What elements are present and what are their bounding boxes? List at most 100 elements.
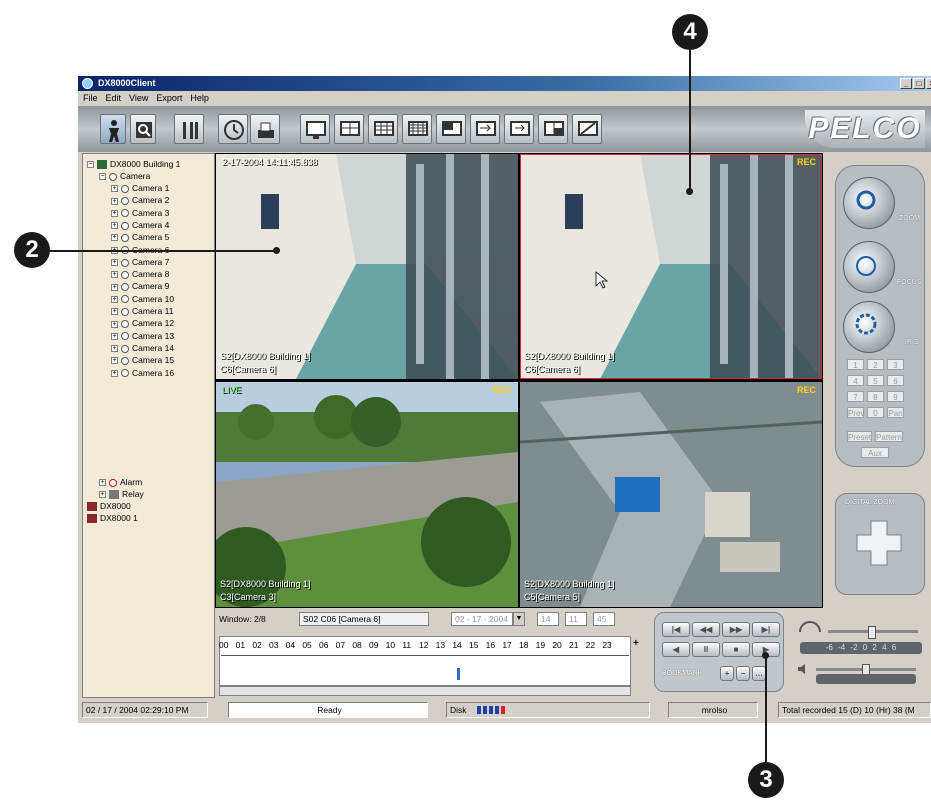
go-to-start-button[interactable]: |◀ — [662, 622, 690, 637]
expand-icon[interactable]: + — [111, 295, 118, 303]
menu-view[interactable]: View — [129, 93, 148, 103]
date-field[interactable]: 02 - 17 - 2004 — [451, 612, 513, 626]
menu-edit[interactable]: Edit — [106, 93, 122, 103]
tree-camera-item[interactable]: + Camera 10 — [111, 293, 174, 305]
keypad-key[interactable]: 4 — [847, 375, 864, 386]
expand-icon[interactable]: + — [111, 271, 118, 279]
reverse-play-button[interactable]: ◀ — [662, 642, 690, 657]
tree-relay[interactable]: + Relay — [99, 488, 144, 500]
expand-icon[interactable]: + — [111, 197, 118, 205]
expand-icon[interactable]: + — [111, 222, 118, 230]
zoom-control[interactable] — [843, 177, 895, 229]
fast-forward-button[interactable]: ▶▶ — [722, 622, 750, 637]
bookmark-add-button[interactable]: + — [720, 666, 734, 681]
timeline-cursor[interactable] — [457, 668, 460, 680]
expand-icon[interactable]: + — [111, 283, 118, 291]
search-mode-button[interactable] — [130, 114, 156, 144]
keypad-key[interactable]: 6 — [887, 375, 904, 386]
digital-zoom-dpad[interactable] — [851, 515, 907, 571]
preset-button[interactable]: Preset — [847, 431, 872, 442]
expand-icon[interactable]: + — [111, 308, 118, 316]
expand-icon[interactable]: + — [111, 345, 118, 353]
tree-server-1[interactable]: DX8000 — [87, 500, 131, 512]
layout-custom-button[interactable] — [436, 114, 466, 144]
layout-3x3-button[interactable] — [368, 114, 398, 144]
video-tile-2[interactable]: REC S2[DX8000 Building 1] C6[Camera 6] — [520, 154, 822, 379]
keypad-key[interactable]: 8 — [867, 391, 884, 402]
hour-field[interactable]: 14 — [537, 612, 559, 626]
tree-camera-item[interactable]: + Camera 13 — [111, 330, 174, 342]
tree-alarm[interactable]: + Alarm — [99, 476, 142, 488]
iris-control[interactable] — [843, 301, 895, 353]
timeline-scrollbar[interactable] — [219, 686, 631, 696]
minute-field[interactable]: 11 — [565, 612, 587, 626]
rewind-button[interactable]: ◀◀ — [692, 622, 720, 637]
print-button[interactable] — [250, 114, 280, 144]
tree-server-2[interactable]: DX8000 1 — [87, 512, 138, 524]
sequence-button[interactable] — [470, 114, 500, 144]
spot-monitor-button[interactable] — [538, 114, 568, 144]
expand-icon[interactable]: + — [111, 234, 118, 242]
timeline-zoom-plus-icon[interactable]: + — [633, 638, 639, 649]
bookmark-list-button[interactable]: … — [752, 666, 766, 681]
bookmark-remove-button[interactable]: − — [736, 666, 750, 681]
tree-root[interactable]: − DX8000 Building 1 — [87, 158, 180, 170]
video-tile-4[interactable]: REC S2[DX8000 Building 1] C5[Camera 5] — [520, 382, 822, 607]
maximize-button[interactable]: □ — [913, 78, 925, 89]
layout-1x1-button[interactable] — [300, 114, 330, 144]
tree-camera-item[interactable]: + Camera 9 — [111, 280, 169, 292]
minimize-button[interactable]: _ — [900, 78, 912, 89]
tree-camera-item[interactable]: + Camera 15 — [111, 354, 174, 366]
speed-slider-thumb[interactable] — [868, 626, 876, 639]
tree-camera-item[interactable]: + Camera 8 — [111, 268, 169, 280]
expand-icon[interactable]: + — [111, 259, 118, 267]
tree-camera-item[interactable]: + Camera 16 — [111, 367, 174, 379]
keypad-key[interactable]: 0 — [867, 407, 884, 418]
keypad-key[interactable]: 5 — [867, 375, 884, 386]
expand-icon[interactable]: + — [111, 209, 118, 217]
next-page-button[interactable] — [504, 114, 534, 144]
playback-button[interactable] — [218, 114, 248, 144]
tree-camera-group[interactable]: − Camera — [99, 170, 150, 182]
go-to-end-button[interactable]: ▶| — [752, 622, 780, 637]
expand-icon[interactable]: + — [111, 185, 118, 193]
keypad-key[interactable]: Pan — [887, 407, 904, 418]
expand-icon[interactable]: + — [111, 369, 118, 377]
stop-button[interactable]: ■ — [722, 642, 750, 657]
close-button[interactable]: × — [926, 78, 931, 89]
pattern-button[interactable]: Pattern — [875, 431, 903, 442]
tree-camera-item[interactable]: + Camera 5 — [111, 231, 169, 243]
date-dropdown-icon[interactable]: ▼ — [513, 612, 525, 626]
expand-icon[interactable]: + — [111, 357, 118, 365]
menu-file[interactable]: File — [83, 93, 98, 103]
tree-camera-item[interactable]: + Camera 11 — [111, 305, 173, 317]
keypad-key[interactable]: Prev — [847, 407, 864, 418]
tree-camera-item[interactable]: + Camera 1 — [111, 182, 169, 194]
keypad-key[interactable]: 1 — [847, 359, 864, 370]
layout-4x4-button[interactable] — [402, 114, 432, 144]
menu-export[interactable]: Export — [156, 93, 182, 103]
aux-button[interactable]: Aux — [861, 447, 889, 458]
video-tile-1[interactable]: 2-17-2004 14:11:45.838 S2[DX8000 Buildin… — [216, 154, 518, 379]
video-tile-3[interactable]: LIVE REC S2[DX8000 Building 1] C3[Camera… — [216, 382, 518, 607]
tree-camera-item[interactable]: + Camera 2 — [111, 194, 169, 206]
tree-camera-item[interactable]: + Camera 3 — [111, 207, 169, 219]
pause-button[interactable]: II — [692, 642, 720, 657]
keypad-key[interactable]: 7 — [847, 391, 864, 402]
second-field[interactable]: 45 — [593, 612, 615, 626]
tree-camera-item[interactable]: + Camera 7 — [111, 256, 169, 268]
tree-camera-item[interactable]: + Camera 4 — [111, 219, 169, 231]
keypad-key[interactable]: 3 — [887, 359, 904, 370]
expand-icon[interactable]: + — [111, 332, 118, 340]
menu-help[interactable]: Help — [190, 93, 209, 103]
expand-icon[interactable]: + — [111, 320, 118, 328]
settings-button[interactable] — [174, 114, 204, 144]
keypad-key[interactable]: 9 — [887, 391, 904, 402]
live-mode-button[interactable] — [100, 114, 126, 144]
full-screen-button[interactable] — [572, 114, 602, 144]
focus-control[interactable] — [843, 241, 895, 293]
tree-camera-item[interactable]: + Camera 14 — [111, 342, 174, 354]
keypad-key[interactable]: 2 — [867, 359, 884, 370]
tree-camera-item[interactable]: + Camera 12 — [111, 317, 174, 329]
layout-2x2-button[interactable] — [334, 114, 364, 144]
